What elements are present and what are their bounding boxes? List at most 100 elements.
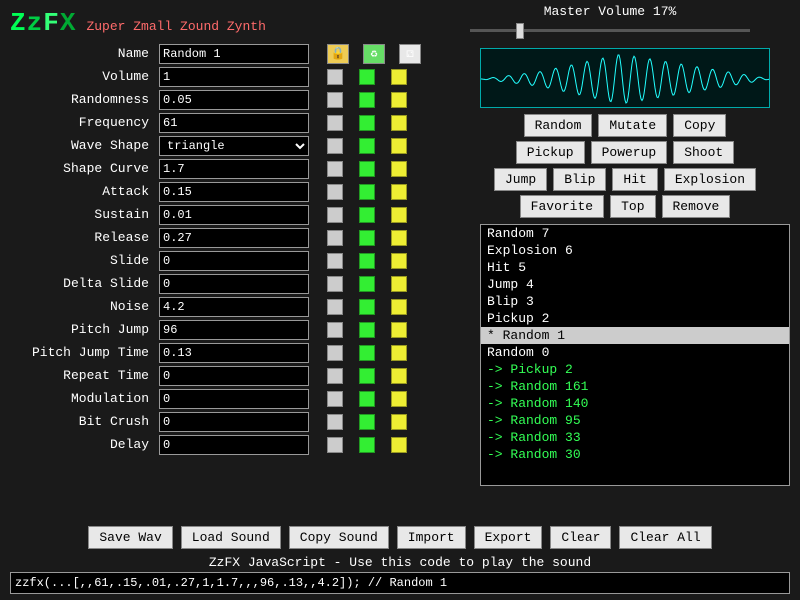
param-toggle-green[interactable] (359, 391, 375, 407)
param-toggle-yellow[interactable] (391, 345, 407, 361)
param-toggle-grey[interactable] (327, 391, 343, 407)
param-toggle-yellow[interactable] (391, 92, 407, 108)
param-toggle-yellow[interactable] (391, 391, 407, 407)
param-toggle-grey[interactable] (327, 276, 343, 292)
param-toggle-yellow[interactable] (391, 322, 407, 338)
list-item[interactable]: Hit 5 (481, 259, 789, 276)
list-item[interactable]: Blip 3 (481, 293, 789, 310)
param-toggle-green[interactable] (359, 276, 375, 292)
param-toggle-grey[interactable] (327, 253, 343, 269)
sound-list[interactable]: Random 7Explosion 6Hit 5Jump 4Blip 3Pick… (480, 224, 790, 486)
param-toggle-green[interactable] (359, 184, 375, 200)
param-toggle-grey[interactable] (327, 115, 343, 131)
param-input-attack[interactable] (159, 182, 309, 202)
param-toggle-yellow[interactable] (391, 253, 407, 269)
param-toggle-grey[interactable] (327, 414, 343, 430)
explosion-button[interactable]: Explosion (664, 168, 756, 191)
list-item[interactable]: Explosion 6 (481, 242, 789, 259)
param-input-bit-crush[interactable] (159, 412, 309, 432)
param-toggle-green[interactable] (359, 161, 375, 177)
param-toggle-grey[interactable] (327, 184, 343, 200)
clear-all-button[interactable]: Clear All (619, 526, 711, 549)
param-input-frequency[interactable] (159, 113, 309, 133)
code-output[interactable] (10, 572, 790, 594)
random-button[interactable]: Random (524, 114, 593, 137)
param-toggle-yellow[interactable] (391, 161, 407, 177)
list-item[interactable]: -> Pickup 2 (481, 361, 789, 378)
param-input-modulation[interactable] (159, 389, 309, 409)
param-toggle-green[interactable] (359, 92, 375, 108)
param-toggle-grey[interactable] (327, 92, 343, 108)
param-input-sustain[interactable] (159, 205, 309, 225)
param-input-noise[interactable] (159, 297, 309, 317)
param-toggle-yellow[interactable] (391, 299, 407, 315)
dice-icon[interactable]: ⚁ (399, 44, 421, 64)
param-toggle-green[interactable] (359, 138, 375, 154)
param-toggle-green[interactable] (359, 437, 375, 453)
param-input-delay[interactable] (159, 435, 309, 455)
param-toggle-grey[interactable] (327, 299, 343, 315)
clear-button[interactable]: Clear (550, 526, 611, 549)
jump-button[interactable]: Jump (494, 168, 547, 191)
export-button[interactable]: Export (474, 526, 543, 549)
favorite-button[interactable]: Favorite (520, 195, 604, 218)
param-toggle-grey[interactable] (327, 161, 343, 177)
mutate-button[interactable]: Mutate (598, 114, 667, 137)
top-button[interactable]: Top (610, 195, 655, 218)
param-toggle-yellow[interactable] (391, 115, 407, 131)
blip-button[interactable]: Blip (553, 168, 606, 191)
param-toggle-green[interactable] (359, 368, 375, 384)
param-toggle-yellow[interactable] (391, 207, 407, 223)
param-input-slide[interactable] (159, 251, 309, 271)
param-toggle-yellow[interactable] (391, 184, 407, 200)
param-input-delta-slide[interactable] (159, 274, 309, 294)
param-input-randomness[interactable] (159, 90, 309, 110)
load-sound-button[interactable]: Load Sound (181, 526, 281, 549)
list-item[interactable]: Random 7 (481, 225, 789, 242)
param-toggle-green[interactable] (359, 253, 375, 269)
param-toggle-green[interactable] (359, 230, 375, 246)
recycle-icon[interactable]: ♻ (363, 44, 385, 64)
param-input-name[interactable] (159, 44, 309, 64)
list-item[interactable]: * Random 1 (481, 327, 789, 344)
list-item[interactable]: -> Random 33 (481, 429, 789, 446)
save-wav-button[interactable]: Save Wav (88, 526, 172, 549)
list-item[interactable]: Pickup 2 (481, 310, 789, 327)
param-toggle-yellow[interactable] (391, 138, 407, 154)
copy-sound-button[interactable]: Copy Sound (289, 526, 389, 549)
param-toggle-grey[interactable] (327, 368, 343, 384)
param-toggle-green[interactable] (359, 207, 375, 223)
param-input-release[interactable] (159, 228, 309, 248)
param-input-volume[interactable] (159, 67, 309, 87)
param-input-wave-shape[interactable]: sinetrianglesawtoothsquaretannoise (159, 136, 309, 156)
param-toggle-green[interactable] (359, 299, 375, 315)
param-toggle-grey[interactable] (327, 69, 343, 85)
param-toggle-grey[interactable] (327, 230, 343, 246)
param-toggle-yellow[interactable] (391, 69, 407, 85)
param-toggle-green[interactable] (359, 69, 375, 85)
list-item[interactable]: -> Random 95 (481, 412, 789, 429)
param-input-pitch-jump[interactable] (159, 320, 309, 340)
lock-icon[interactable]: 🔒 (327, 44, 349, 64)
param-toggle-grey[interactable] (327, 437, 343, 453)
copy-button[interactable]: Copy (673, 114, 726, 137)
list-item[interactable]: -> Random 161 (481, 378, 789, 395)
param-input-repeat-time[interactable] (159, 366, 309, 386)
remove-button[interactable]: Remove (662, 195, 731, 218)
pickup-button[interactable]: Pickup (516, 141, 585, 164)
param-toggle-grey[interactable] (327, 322, 343, 338)
param-toggle-grey[interactable] (327, 138, 343, 154)
param-toggle-yellow[interactable] (391, 437, 407, 453)
param-input-shape-curve[interactable] (159, 159, 309, 179)
shoot-button[interactable]: Shoot (673, 141, 734, 164)
param-toggle-green[interactable] (359, 322, 375, 338)
list-item[interactable]: -> Random 140 (481, 395, 789, 412)
param-toggle-grey[interactable] (327, 345, 343, 361)
param-toggle-yellow[interactable] (391, 276, 407, 292)
hit-button[interactable]: Hit (612, 168, 657, 191)
param-toggle-green[interactable] (359, 115, 375, 131)
param-toggle-yellow[interactable] (391, 230, 407, 246)
param-toggle-grey[interactable] (327, 207, 343, 223)
param-toggle-yellow[interactable] (391, 414, 407, 430)
master-volume-slider[interactable] (470, 29, 750, 32)
